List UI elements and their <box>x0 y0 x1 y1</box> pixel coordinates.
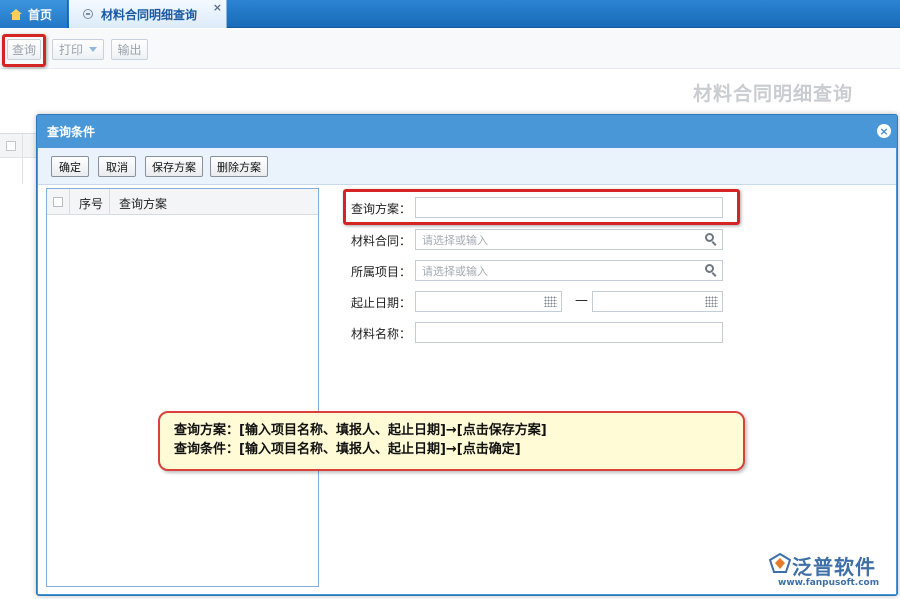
page-icon <box>83 9 93 19</box>
instruction-callout: 查询方案：[输入项目名称、填报人、起止日期]→[点击保存方案] 查询条件：[输入… <box>158 411 745 471</box>
column-header-plan: 查询方案 <box>119 197 168 211</box>
contract-placeholder: 请选择或输入 <box>422 233 488 247</box>
dialog-toolbar: 确定 取消 保存方案 删除方案 <box>38 148 896 185</box>
close-icon[interactable]: × <box>877 124 891 138</box>
main-toolbar: 查询 打印 输出 <box>0 29 900 69</box>
project-input[interactable]: 请选择或输入 <box>415 260 723 281</box>
checkbox-icon[interactable] <box>6 141 16 151</box>
save-plan-button[interactable]: 保存方案 <box>145 156 203 177</box>
export-button[interactable]: 输出 <box>111 39 148 60</box>
dialog-title: 查询条件 <box>47 125 96 139</box>
confirm-button[interactable]: 确定 <box>51 156 89 177</box>
tab-close-icon[interactable]: × <box>213 1 222 14</box>
query-button-highlight <box>2 34 46 67</box>
plan-list-header: 序号 查询方案 <box>47 189 318 215</box>
material-name-input[interactable] <box>415 322 723 343</box>
tab-home-label: 首页 <box>28 7 53 22</box>
date-range-label: 起止日期： <box>351 296 412 310</box>
contract-label: 材料合同： <box>351 234 412 248</box>
plan-field-highlight <box>343 189 740 225</box>
tab-home[interactable]: 首页 <box>0 0 68 28</box>
date-separator: — <box>575 293 588 308</box>
calendar-icon[interactable] <box>544 296 557 307</box>
project-placeholder: 请选择或输入 <box>422 264 488 278</box>
contract-input[interactable]: 请选择或输入 <box>415 229 723 250</box>
background-grid-header <box>0 134 38 158</box>
material-name-label: 材料名称： <box>351 327 412 341</box>
query-conditions-dialog: 查询条件 × 确定 取消 保存方案 删除方案 序号 查询方案 查询方案： 材料合… <box>36 114 898 596</box>
background-grid <box>0 133 38 184</box>
select-all-checkbox[interactable] <box>53 197 63 207</box>
brand-logo: 泛普软件 www.fanpusoft.com <box>768 552 894 596</box>
delete-plan-button[interactable]: 删除方案 <box>210 156 268 177</box>
calendar-icon[interactable] <box>705 296 718 307</box>
callout-line-1: 查询方案：[输入项目名称、填报人、起止日期]→[点击保存方案] <box>174 423 547 438</box>
home-icon <box>10 8 22 20</box>
cancel-button[interactable]: 取消 <box>98 156 136 177</box>
plan-list: 序号 查询方案 <box>46 188 319 587</box>
print-button-label: 打印 <box>58 43 83 57</box>
logo-icon <box>768 552 792 573</box>
start-date-input[interactable] <box>415 291 562 312</box>
search-icon[interactable] <box>705 264 718 277</box>
page-title: 材料合同明细查询 <box>693 83 854 105</box>
tab-bar: 首页 材料合同明细查询 × <box>0 0 900 28</box>
callout-line-2: 查询条件：[输入项目名称、填报人、起止日期]→[点击确定] <box>174 442 521 457</box>
logo-name: 泛普软件 <box>792 555 876 579</box>
search-icon[interactable] <box>705 233 718 246</box>
print-button[interactable]: 打印 <box>52 39 104 60</box>
chevron-down-icon <box>89 47 97 52</box>
end-date-input[interactable] <box>592 291 723 312</box>
logo-url: www.fanpusoft.com <box>778 578 880 588</box>
project-label: 所属项目： <box>351 265 412 279</box>
column-header-no: 序号 <box>79 197 104 211</box>
tab-active-label: 材料合同明细查询 <box>101 7 198 22</box>
tab-material-contract-query[interactable]: 材料合同明细查询 × <box>69 0 227 28</box>
